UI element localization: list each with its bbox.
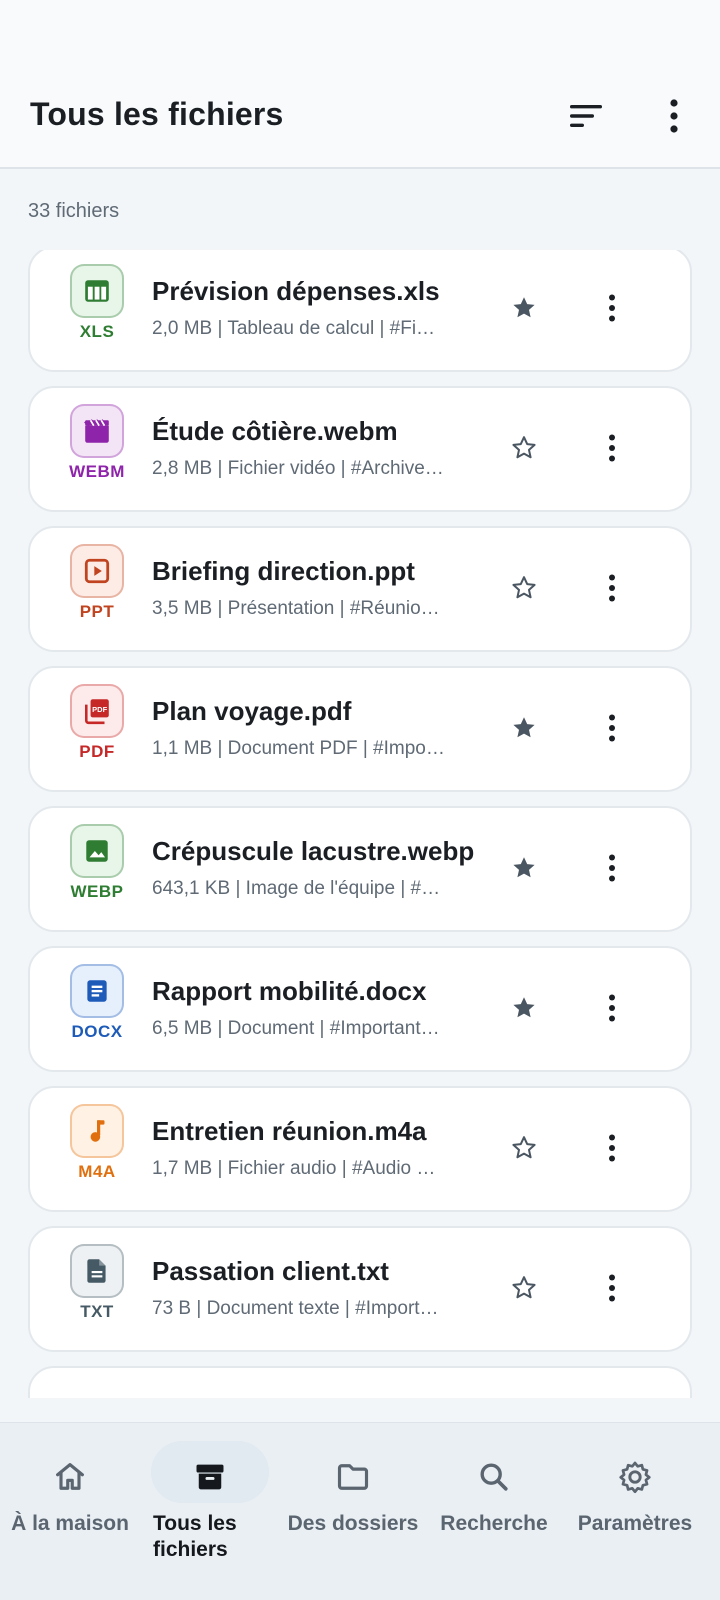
file-meta: 6,5 MB | Document | #Important… [152, 1018, 440, 1039]
page-title: Tous les fichiers [30, 96, 284, 132]
nav-item-gear[interactable]: Paramètres [565, 1423, 705, 1600]
more-vertical-icon[interactable] [592, 428, 632, 468]
more-vertical-icon[interactable] [592, 1268, 632, 1308]
file-meta: 1,1 MB | Document PDF | #Impo… [152, 738, 445, 759]
star-filled-icon[interactable] [504, 708, 544, 748]
sort-icon[interactable] [562, 92, 610, 140]
file-card[interactable]: WEBM Étude côtière.webm 2,8 MB | Fichier v… [28, 386, 692, 512]
file-meta: 2,0 MB | Tableau de calcul | #Fi… [152, 318, 436, 339]
home-icon [50, 1457, 90, 1497]
table-icon [70, 264, 124, 318]
presentation-icon [70, 544, 124, 598]
file-card[interactable]: M4A Entretien réunion.m4a 1,7 MB | Fichier… [28, 1086, 692, 1212]
star-filled-icon[interactable] [504, 848, 544, 888]
nav-item-home[interactable]: À la maison [0, 1423, 140, 1600]
top-app-bar: Tous les fichiers [0, 0, 720, 169]
document-icon [70, 964, 124, 1018]
file-list: XLS Prévision dépenses.xls 2,0 MB | Tablea… [0, 250, 720, 1398]
file-type-label: PPT [79, 602, 115, 621]
file-type-label: PDF [79, 742, 115, 761]
pdf-icon: PDF [70, 684, 124, 738]
file-card[interactable]: DOCX Rapport mobilité.docx 6,5 MB | Docume… [28, 946, 692, 1072]
more-vertical-icon[interactable] [592, 988, 632, 1028]
file-card[interactable]: TXT Passation client.txt 73 B | Document t… [28, 1226, 692, 1352]
nav-item-folder[interactable]: Des dossiers [278, 1423, 428, 1600]
more-vertical-icon[interactable] [592, 568, 632, 608]
search-icon [474, 1457, 514, 1497]
svg-text:PDF: PDF [92, 705, 107, 714]
file-type-label: XLS [79, 322, 115, 341]
nav-label: Paramètres [577, 1512, 693, 1535]
star-outline-icon[interactable] [504, 1268, 544, 1308]
file-name: Passation client.txt [152, 1256, 389, 1286]
file-type-label: WEBM [69, 462, 125, 481]
star-outline-icon[interactable] [504, 1128, 544, 1168]
more-vertical-icon[interactable] [592, 848, 632, 888]
nav-label: Recherche [440, 1512, 548, 1535]
file-card-partial[interactable] [28, 1366, 692, 1398]
file-type-label: M4A [78, 1162, 116, 1181]
text-file-icon [70, 1244, 124, 1298]
file-meta: 3,5 MB | Présentation | #Réunio… [152, 598, 440, 619]
file-count: 33 fichiers [28, 200, 120, 222]
file-name: Plan voyage.pdf [152, 696, 352, 726]
file-card[interactable]: PPT Briefing direction.ppt 3,5 MB | Présen… [28, 526, 692, 652]
file-name: Prévision dépenses.xls [152, 276, 440, 306]
file-card[interactable]: WEBP Crépuscule lacustre.webp 643,1 KB | I… [28, 806, 692, 932]
file-name: Entretien réunion.m4a [152, 1116, 427, 1146]
nav-label: Des dossiers [287, 1512, 419, 1535]
bottom-navigation: À la maison Tous les fichiers Des dossiers… [0, 1422, 720, 1600]
music-note-icon [70, 1104, 124, 1158]
archive-box-icon [190, 1457, 230, 1497]
nav-item-archive-box[interactable]: Tous les fichiers [135, 1423, 285, 1600]
star-filled-icon[interactable] [504, 288, 544, 328]
file-meta: 1,7 MB | Fichier audio | #Audio … [152, 1158, 436, 1179]
file-meta: 2,8 MB | Fichier vidéo | #Archive… [152, 458, 444, 479]
file-card[interactable]: XLS Prévision dépenses.xls 2,0 MB | Tablea… [28, 250, 692, 372]
file-type-label: WEBP [70, 882, 124, 901]
file-name: Rapport mobilité.docx [152, 976, 427, 1006]
star-outline-icon[interactable] [504, 568, 544, 608]
gear-icon [615, 1457, 655, 1497]
nav-label: À la maison [11, 1512, 129, 1535]
file-type-label: DOCX [71, 1022, 123, 1041]
file-name: Briefing direction.ppt [152, 556, 415, 586]
folder-icon [333, 1457, 373, 1497]
image-icon [70, 824, 124, 878]
nav-label: Tous les fichiers [153, 1512, 237, 1561]
file-name: Crépuscule lacustre.webp [152, 836, 475, 866]
star-outline-icon[interactable] [504, 428, 544, 468]
file-meta: 73 B | Document texte | #Import… [152, 1298, 439, 1319]
star-filled-icon[interactable] [504, 988, 544, 1028]
more-vertical-icon[interactable] [592, 708, 632, 748]
more-vertical-icon[interactable] [592, 1128, 632, 1168]
video-clapper-icon [70, 404, 124, 458]
nav-item-search[interactable]: Recherche [429, 1423, 559, 1600]
file-type-label: TXT [80, 1302, 114, 1321]
file-card[interactable]: PDF PDF Plan voyage.pdf 1,1 MB | Document P… [28, 666, 692, 792]
file-meta: 643,1 KB | Image de l'équipe | #… [152, 878, 441, 899]
more-vertical-icon[interactable] [650, 92, 698, 140]
app-root: Tous les fichiers 33 fichiers XLS Prévisi… [0, 0, 720, 1600]
more-vertical-icon[interactable] [592, 288, 632, 328]
file-name: Étude côtière.webm [152, 416, 398, 446]
